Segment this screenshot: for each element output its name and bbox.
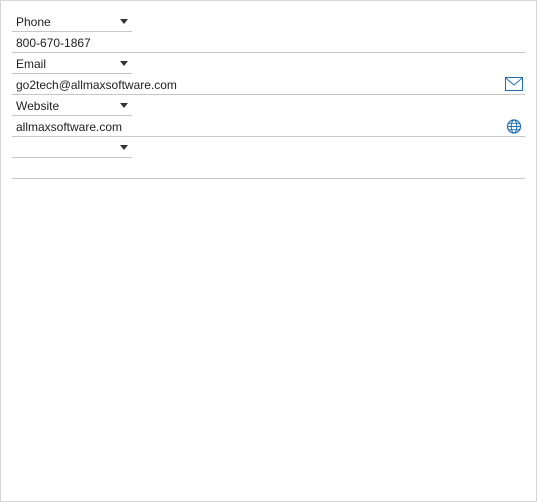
contact-type-dropdown[interactable]: Phone — [12, 12, 132, 32]
chevron-down-icon[interactable] — [120, 19, 128, 24]
contact-type-label: Phone — [16, 15, 51, 29]
contact-type-label: Email — [16, 57, 47, 71]
chevron-down-icon[interactable] — [120, 145, 128, 150]
contact-value-field[interactable]: 800-670-1867 — [12, 32, 525, 53]
chevron-down-icon[interactable] — [120, 61, 128, 66]
contact-value-text: 800-670-1867 — [16, 36, 91, 50]
contact-entry-website: Website allmaxsoftware.com — [12, 96, 525, 137]
contact-type-label: Website — [16, 99, 60, 113]
contact-entry-phone: Phone 800-670-1867 — [12, 12, 525, 53]
contact-methods-panel: Phone 800-670-1867 Email go2tech@allmaxs… — [0, 0, 537, 502]
contact-value-field[interactable] — [12, 158, 525, 179]
chevron-down-icon[interactable] — [120, 103, 128, 108]
contact-type-dropdown[interactable] — [12, 138, 132, 158]
mail-icon[interactable] — [505, 77, 523, 92]
globe-icon[interactable] — [505, 119, 523, 134]
contact-value-text: allmaxsoftware.com — [16, 120, 123, 134]
contact-value-text: go2tech@allmaxsoftware.com — [16, 78, 177, 92]
contact-type-dropdown[interactable]: Website — [12, 96, 132, 116]
contact-value-field[interactable]: go2tech@allmaxsoftware.com — [12, 74, 525, 95]
contact-entry-email: Email go2tech@allmaxsoftware.com — [12, 54, 525, 95]
contact-entry-new — [12, 138, 525, 179]
contact-value-field[interactable]: allmaxsoftware.com — [12, 116, 525, 137]
contact-type-dropdown[interactable]: Email — [12, 54, 132, 74]
